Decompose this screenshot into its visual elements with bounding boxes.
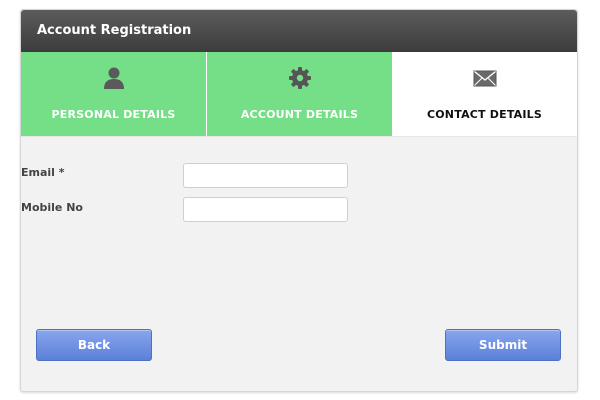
mobile-label: Mobile No <box>21 201 83 214</box>
gear-icon <box>288 67 311 89</box>
email-label: Email * <box>21 166 65 179</box>
tab-account-details[interactable]: ACCOUNT DETAILS <box>206 52 392 136</box>
user-icon <box>103 67 124 89</box>
tab-personal-details-label: PERSONAL DETAILS <box>51 108 176 121</box>
tab-personal-details[interactable]: PERSONAL DETAILS <box>21 52 206 136</box>
envelope-icon <box>473 70 496 87</box>
submit-button[interactable]: Submit <box>445 329 561 361</box>
back-button[interactable]: Back <box>36 329 152 361</box>
mobile-field[interactable] <box>183 197 348 222</box>
tab-contact-details-label: CONTACT DETAILS <box>426 108 543 121</box>
wizard-steps: PERSONAL DETAILS ACCOUNT DETAILS CONTACT… <box>21 52 577 137</box>
panel-title: Account Registration <box>21 10 577 52</box>
email-field[interactable] <box>183 163 348 188</box>
tab-account-details-label: ACCOUNT DETAILS <box>240 108 359 121</box>
tab-contact-details[interactable]: CONTACT DETAILS <box>392 52 577 136</box>
